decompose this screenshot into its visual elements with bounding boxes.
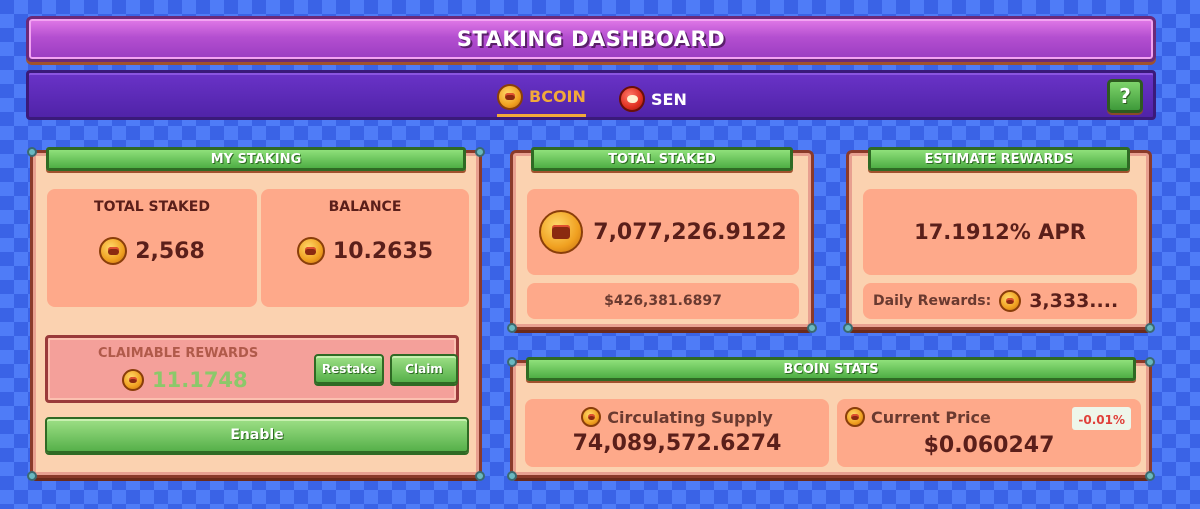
circulating-supply-card: Circulating Supply 74,089,572.6274 [525, 399, 829, 467]
restake-label: Restake [321, 362, 377, 376]
balance-value: 10.2635 [332, 238, 434, 264]
total-staked-card: 7,077,226.9122 [527, 189, 799, 275]
balance-label: BALANCE [328, 199, 402, 215]
price-change-value: -0.01% [1078, 413, 1125, 427]
my-total-staked-value: 2,568 [135, 238, 205, 264]
bcoin-icon [296, 237, 325, 265]
my-total-staked-label: TOTAL STAKED [94, 199, 210, 215]
balance-card: BALANCE 10.2635 [261, 189, 469, 307]
bcoin-icon [539, 210, 584, 254]
claimable-rewards-label: CLAIMABLE REWARDS [98, 346, 259, 361]
total-staked-title: TOTAL STAKED [608, 151, 716, 167]
page-title: STAKING DASHBOARD [456, 27, 726, 51]
corner-ornament [27, 147, 37, 157]
bcoin-icon [999, 290, 1022, 312]
corner-ornament [475, 147, 485, 157]
estimate-rewards-panel: ESTIMATE REWARDS 17.1912% APR Daily Rewa… [843, 147, 1155, 333]
bcoin-icon [99, 237, 128, 265]
enable-button[interactable]: Enable [45, 417, 469, 453]
token-tabs: BCOIN SEN ? [26, 70, 1156, 120]
my-total-staked-card: TOTAL STAKED 2,568 [47, 189, 257, 307]
bcoin-icon [497, 83, 523, 110]
total-staked-header: TOTAL STAKED [531, 147, 793, 171]
corner-ornament [507, 323, 517, 333]
tab-sen-label: SEN [651, 89, 687, 109]
bcoin-icon [845, 407, 865, 427]
corner-ornament [507, 471, 517, 481]
corner-ornament [1145, 357, 1155, 367]
total-staked-usd: $426,381.6897 [604, 293, 722, 309]
apr-value: 17.1912% APR [914, 220, 1086, 244]
bcoin-stats-title: BCOIN STATS [783, 361, 879, 377]
my-staking-panel: MY STAKING TOTAL STAKED 2,568 BALANCE 10… [27, 147, 485, 481]
bcoin-icon [122, 369, 144, 391]
enable-label: Enable [230, 427, 284, 443]
corner-ornament [843, 323, 853, 333]
total-staked-usd-card: $426,381.6897 [527, 283, 799, 319]
corner-ornament [807, 323, 817, 333]
corner-ornament [475, 471, 485, 481]
estimate-rewards-header: ESTIMATE REWARDS [868, 147, 1130, 171]
price-change-badge: -0.01% [1072, 407, 1131, 430]
tab-sen[interactable]: SEN [619, 81, 687, 117]
bcoin-icon [581, 407, 602, 427]
restake-button[interactable]: Restake [314, 354, 384, 384]
daily-rewards-label: Daily Rewards: [873, 293, 992, 309]
title-bar: STAKING DASHBOARD [26, 16, 1156, 62]
corner-ornament [27, 471, 37, 481]
bcoin-stats-panel: BCOIN STATS Circulating Supply 74,089,57… [507, 357, 1155, 481]
tab-bcoin[interactable]: BCOIN [497, 81, 586, 117]
claim-button[interactable]: Claim [390, 354, 458, 384]
daily-rewards-value: 3,333.... [1029, 290, 1119, 312]
help-button[interactable]: ? [1107, 79, 1143, 113]
circulating-supply-label: Circulating Supply [607, 407, 773, 427]
estimate-rewards-title: ESTIMATE REWARDS [924, 151, 1074, 167]
bcoin-stats-header: BCOIN STATS [526, 357, 1136, 381]
my-staking-title: MY STAKING [210, 151, 302, 167]
current-price-value: $0.060247 [923, 433, 1055, 458]
my-staking-header: MY STAKING [46, 147, 466, 171]
tab-bcoin-label: BCOIN [529, 87, 586, 106]
daily-rewards-card: Daily Rewards: 3,333.... [863, 283, 1137, 319]
corner-ornament [507, 357, 517, 367]
corner-ornament [1145, 323, 1155, 333]
circulating-supply-value: 74,089,572.6274 [572, 431, 782, 456]
apr-card: 17.1912% APR [863, 189, 1137, 275]
current-price-card: Current Price -0.01% $0.060247 [837, 399, 1141, 467]
claimable-rewards-value: 11.1748 [152, 368, 248, 392]
total-staked-panel: TOTAL STAKED 7,077,226.9122 $426,381.689… [507, 147, 817, 333]
claimable-rewards-box: CLAIMABLE REWARDS 11.1748 Restake Claim [45, 335, 459, 403]
total-staked-value: 7,077,226.9122 [593, 219, 787, 245]
current-price-label: Current Price [871, 407, 991, 427]
question-icon: ? [1119, 84, 1131, 108]
claim-label: Claim [405, 362, 443, 376]
corner-ornament [1145, 471, 1155, 481]
sen-icon [619, 86, 645, 112]
